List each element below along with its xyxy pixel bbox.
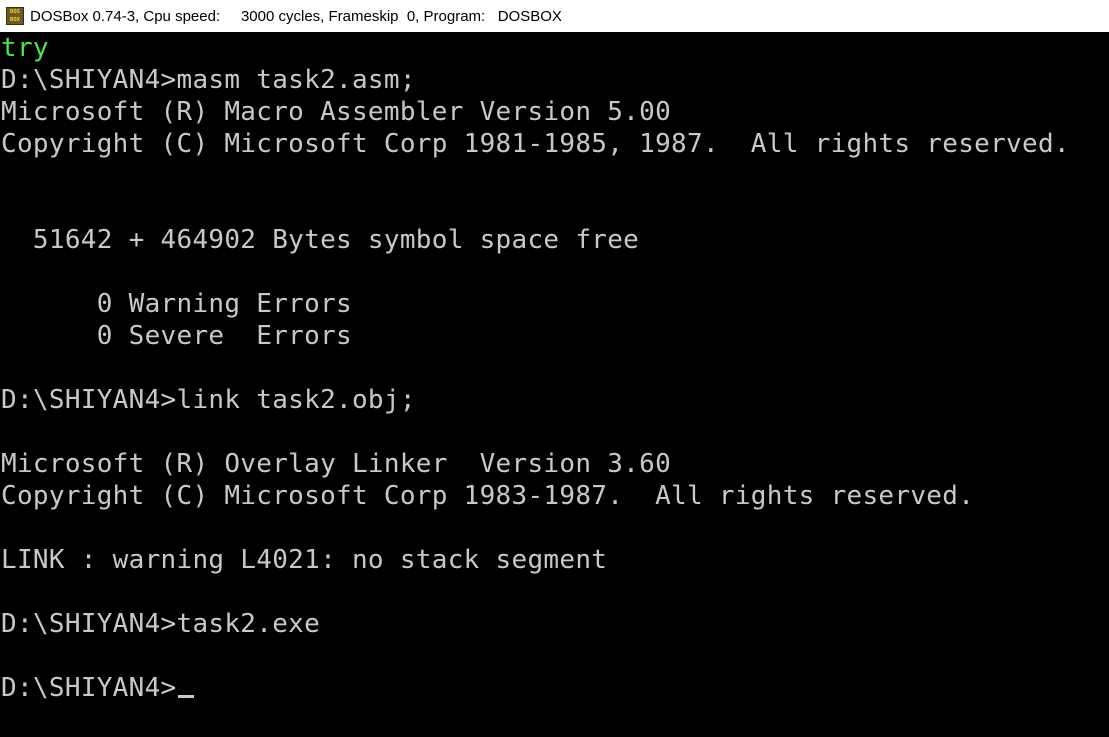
console-line-link-command: D:\SHIYAN4>link task2.obj; xyxy=(1,385,416,415)
console-line-try: try xyxy=(1,33,49,63)
console-line-link-warning: LINK : warning L4021: no stack segment xyxy=(1,545,608,575)
console-line-masm-command: D:\SHIYAN4>masm task2.asm; xyxy=(1,65,416,95)
window-title: DOSBox 0.74-3, Cpu speed: 3000 cycles, F… xyxy=(30,7,562,25)
icon-text-top: DOS xyxy=(10,9,20,15)
console-line-masm-copyright: Copyright (C) Microsoft Corp 1981-1985, … xyxy=(1,129,1070,159)
dosbox-window: DOS BOX DOSBox 0.74-3, Cpu speed: 3000 c… xyxy=(0,0,1109,737)
icon-text-bottom: BOX xyxy=(10,17,20,23)
console-line-warning-errors: 0 Warning Errors xyxy=(1,289,352,319)
console-line-masm-banner: Microsoft (R) Macro Assembler Version 5.… xyxy=(1,97,672,127)
console-line-linker-banner: Microsoft (R) Overlay Linker Version 3.6… xyxy=(1,449,672,479)
dosbox-app-icon[interactable]: DOS BOX xyxy=(6,7,24,25)
title-bar[interactable]: DOS BOX DOSBox 0.74-3, Cpu speed: 3000 c… xyxy=(0,0,1109,32)
dos-console-screen[interactable]: try D:\SHIYAN4>masm task2.asm; Microsoft… xyxy=(0,32,1109,737)
text-cursor xyxy=(177,695,194,698)
console-line-severe-errors: 0 Severe Errors xyxy=(1,321,352,351)
console-line-run-command: D:\SHIYAN4>task2.exe xyxy=(1,609,321,639)
command-prompt: D:\SHIYAN4> xyxy=(1,673,177,703)
console-line-linker-copyright: Copyright (C) Microsoft Corp 1983-1987. … xyxy=(1,481,975,511)
console-prompt-line[interactable]: D:\SHIYAN4> xyxy=(1,672,194,704)
console-line-symbol-space: 51642 + 464902 Bytes symbol space free xyxy=(1,225,640,255)
